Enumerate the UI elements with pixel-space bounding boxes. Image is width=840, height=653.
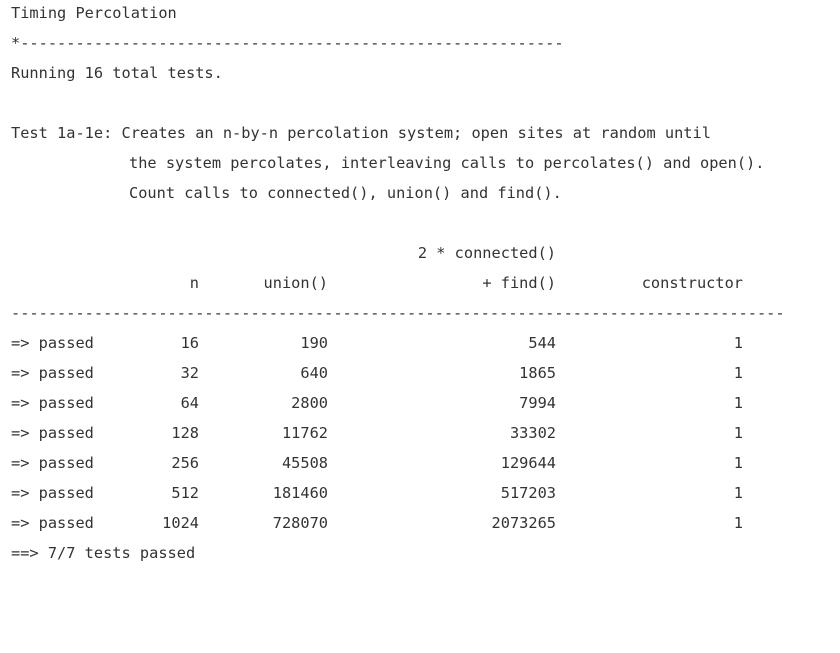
header-n: n (189, 274, 199, 292)
row-find: 129644 (500, 454, 556, 472)
table-row: => passed 256 45508 129644 1 (11, 453, 840, 483)
running-message: Running 16 total tests. (11, 64, 223, 82)
row-constructor: 1 (733, 364, 743, 382)
summary-message: ==> 7/7 tests passed (11, 544, 196, 562)
table-row: => passed 512 181460 517203 1 (11, 483, 840, 513)
table-separator: ----------------------------------------… (11, 304, 785, 322)
row-union: 640 (300, 364, 328, 382)
row-constructor: 1 (733, 394, 743, 412)
test-description-line-3: Count calls to connected(), union() and … (129, 184, 562, 202)
header-union: union() (263, 274, 328, 292)
test-description-line-2: the system percolates, interleaving call… (129, 154, 765, 172)
test-output: Timing Percolation *--------------------… (11, 3, 840, 573)
row-union: 728070 (272, 514, 328, 532)
row-n: 16 (180, 334, 199, 352)
row-constructor: 1 (733, 484, 743, 502)
table-row: => passed 16 190 544 1 (11, 333, 840, 363)
row-n: 1024 (162, 514, 199, 532)
row-status: => passed (11, 484, 94, 502)
row-find: 2073265 (491, 514, 556, 532)
table-row: => passed 1024 728070 2073265 1 (11, 513, 840, 543)
table-header-top: 2 * connected() (11, 243, 840, 273)
header-constructor: constructor (641, 274, 743, 292)
row-status: => passed (11, 364, 94, 382)
row-constructor: 1 (733, 514, 743, 532)
row-find: 33302 (509, 424, 556, 442)
row-n: 32 (180, 364, 199, 382)
header-find: + find() (482, 274, 556, 292)
row-status: => passed (11, 334, 94, 352)
row-n: 256 (171, 454, 199, 472)
separator-short: *---------------------------------------… (11, 34, 564, 52)
row-union: 2800 (291, 394, 328, 412)
row-n: 128 (171, 424, 199, 442)
row-union: 45508 (281, 454, 328, 472)
row-find: 544 (528, 334, 556, 352)
header-find-top: 2 * connected() (417, 244, 556, 262)
output-title: Timing Percolation (11, 4, 177, 22)
row-union: 190 (300, 334, 328, 352)
table-row: => passed 32 640 1865 1 (11, 363, 840, 393)
test-description-line-1: Test 1a-1e: Creates an n-by-n percolatio… (11, 124, 711, 142)
row-status: => passed (11, 514, 94, 532)
row-n: 512 (171, 484, 199, 502)
table-row: => passed 64 2800 7994 1 (11, 393, 840, 423)
row-find: 7994 (519, 394, 556, 412)
row-find: 517203 (500, 484, 556, 502)
row-union: 181460 (272, 484, 328, 502)
row-status: => passed (11, 394, 94, 412)
table-header: n union() + find() constructor (11, 273, 840, 303)
row-union: 11762 (281, 424, 328, 442)
row-constructor: 1 (733, 424, 743, 442)
table-row: => passed 128 11762 33302 1 (11, 423, 840, 453)
row-status: => passed (11, 424, 94, 442)
row-find: 1865 (519, 364, 556, 382)
row-n: 64 (180, 394, 199, 412)
row-constructor: 1 (733, 454, 743, 472)
row-constructor: 1 (733, 334, 743, 352)
row-status: => passed (11, 454, 94, 472)
